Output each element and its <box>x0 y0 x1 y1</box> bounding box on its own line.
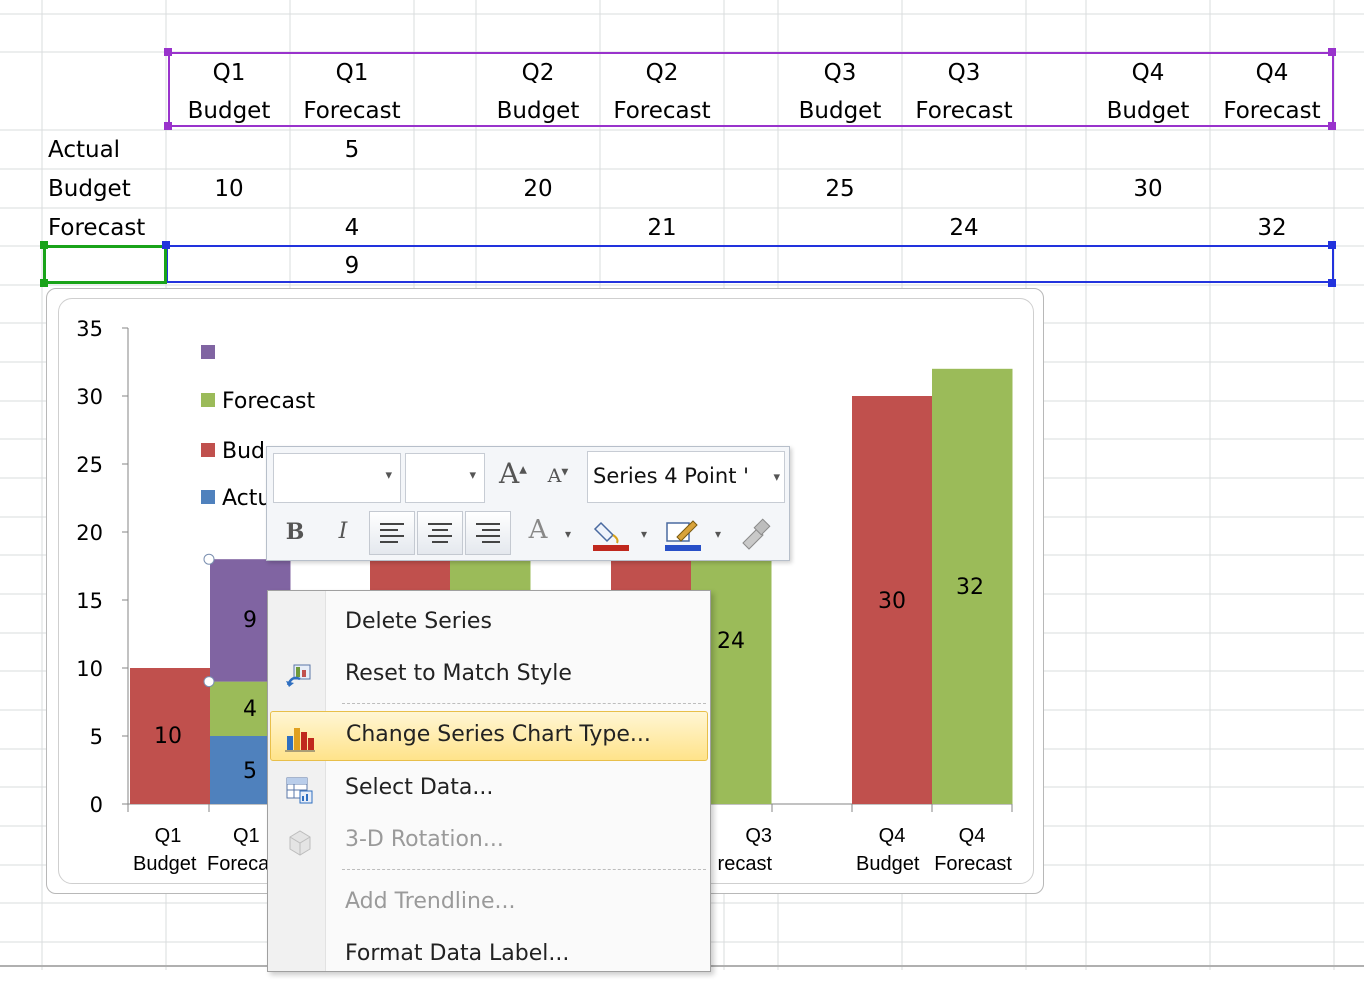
menu-item-label: Select Data... <box>345 775 494 800</box>
chevron-down-icon[interactable]: ▾ <box>565 527 571 541</box>
fill-color-button[interactable] <box>591 517 631 553</box>
italic-button[interactable]: I <box>327 519 359 553</box>
menu-item-delete-series[interactable]: Delete Series <box>270 599 708 649</box>
menu-item-3d-rotation[interactable]: 3-D Rotation... <box>270 817 708 867</box>
data-label[interactable]: 4 <box>243 697 257 722</box>
grow-font-icon: A <box>499 457 520 490</box>
shrink-font-button[interactable]: A▼ <box>543 465 573 499</box>
align-left-button[interactable] <box>369 511 415 555</box>
format-painter-icon <box>742 518 771 550</box>
legend-swatch[interactable] <box>201 393 215 407</box>
value-axis-label: 35 <box>76 317 103 341</box>
font-color-button[interactable]: A <box>523 515 553 549</box>
cube-icon <box>289 830 311 856</box>
menu-item-select-data[interactable]: Select Data... <box>270 765 708 815</box>
format-painter-button[interactable] <box>737 517 773 553</box>
reset-style-icon <box>286 664 311 687</box>
context-menu: Delete Series Reset to Match Style Chang… <box>267 590 711 972</box>
italic-icon: I <box>338 519 348 544</box>
value-axis-label: 15 <box>76 589 103 613</box>
selection-handle[interactable] <box>203 553 215 565</box>
legend-label[interactable]: Actu <box>222 486 271 511</box>
menu-item-add-trendline[interactable]: Add Trendline... <box>270 879 708 929</box>
legend-label[interactable]: Bud <box>222 439 265 464</box>
category-axis-label: Forecast <box>934 853 1012 875</box>
select-data-icon <box>286 777 313 804</box>
value-axis-label: 10 <box>76 657 103 681</box>
category-axis-label: Budget <box>856 853 920 875</box>
chevron-down-icon[interactable]: ▾ <box>469 468 476 483</box>
paint-bucket-icon <box>593 521 619 544</box>
grow-font-button[interactable]: A▲ <box>495 457 531 497</box>
font-color-icon: A <box>528 515 548 545</box>
align-left-icon <box>380 523 404 543</box>
data-label[interactable]: 24 <box>717 629 745 654</box>
value-axis-label: 0 <box>90 793 103 817</box>
font-name-box[interactable]: ▾ <box>273 453 401 503</box>
chevron-down-icon[interactable]: ▾ <box>385 468 392 483</box>
category-axis-label: Q1 <box>233 825 260 847</box>
series-selector-value: Series 4 Point ' <box>593 464 749 488</box>
selection-handle[interactable] <box>203 676 215 688</box>
menu-item-label: 3-D Rotation... <box>345 827 504 852</box>
align-center-icon <box>428 523 452 543</box>
pen-outline-icon <box>666 520 698 542</box>
legend-swatch[interactable] <box>201 345 215 359</box>
menu-item-label: Add Trendline... <box>345 889 516 914</box>
chart-type-icon <box>285 728 315 752</box>
menu-item-label: Delete Series <box>345 609 492 634</box>
align-right-icon <box>476 523 500 543</box>
category-axis-label: recast <box>718 853 773 875</box>
category-axis-label: Q4 <box>959 825 986 847</box>
category-axis-label: Q1 <box>155 825 182 847</box>
value-axis-label: 25 <box>76 453 103 477</box>
menu-separator <box>342 869 706 870</box>
category-axis-label: Budget <box>133 853 197 875</box>
menu-item-change-series-chart-type[interactable]: Change Series Chart Type... <box>270 711 708 761</box>
category-axis-label: Q4 <box>879 825 906 847</box>
data-label[interactable]: 5 <box>243 759 257 784</box>
menu-item-label: Reset to Match Style <box>345 661 572 686</box>
align-right-button[interactable] <box>465 511 511 555</box>
category-axis-label: Q3 <box>745 825 772 847</box>
bold-button[interactable]: B <box>279 519 311 553</box>
mini-toolbar: ▾ ▾ A▲ A▼ Series 4 Point ' ▾ B I A ▾ ▾ ▾ <box>266 446 790 561</box>
value-axis-label: 30 <box>76 385 103 409</box>
font-size-box[interactable]: ▾ <box>405 453 485 503</box>
menu-item-format-data-label[interactable]: Format Data Label... <box>270 931 708 981</box>
shrink-font-icon: A <box>547 465 562 487</box>
menu-item-label: Format Data Label... <box>345 941 570 966</box>
chart-element-selector[interactable]: Series 4 Point ' ▾ <box>587 451 785 503</box>
data-label[interactable]: 30 <box>878 589 906 614</box>
chevron-down-icon[interactable]: ▾ <box>641 527 647 541</box>
data-label[interactable]: 9 <box>243 608 257 633</box>
menu-item-label: Change Series Chart Type... <box>346 722 651 747</box>
value-axis-label: 20 <box>76 521 103 545</box>
outline-color-button[interactable] <box>663 517 703 553</box>
legend-swatch[interactable] <box>201 443 215 457</box>
bold-icon: B <box>285 519 305 545</box>
value-axis-label: 5 <box>90 725 103 749</box>
menu-item-reset-to-match-style[interactable]: Reset to Match Style <box>270 651 708 701</box>
menu-separator <box>342 703 706 704</box>
chevron-down-icon[interactable]: ▾ <box>715 527 721 541</box>
align-center-button[interactable] <box>417 511 463 555</box>
data-label[interactable]: 32 <box>956 575 984 600</box>
legend-swatch[interactable] <box>201 490 215 504</box>
category-axis-label: Foreca <box>207 853 270 875</box>
chevron-down-icon[interactable]: ▾ <box>773 470 780 485</box>
data-label[interactable]: 10 <box>154 724 182 749</box>
legend-label[interactable]: Forecast <box>222 389 315 414</box>
